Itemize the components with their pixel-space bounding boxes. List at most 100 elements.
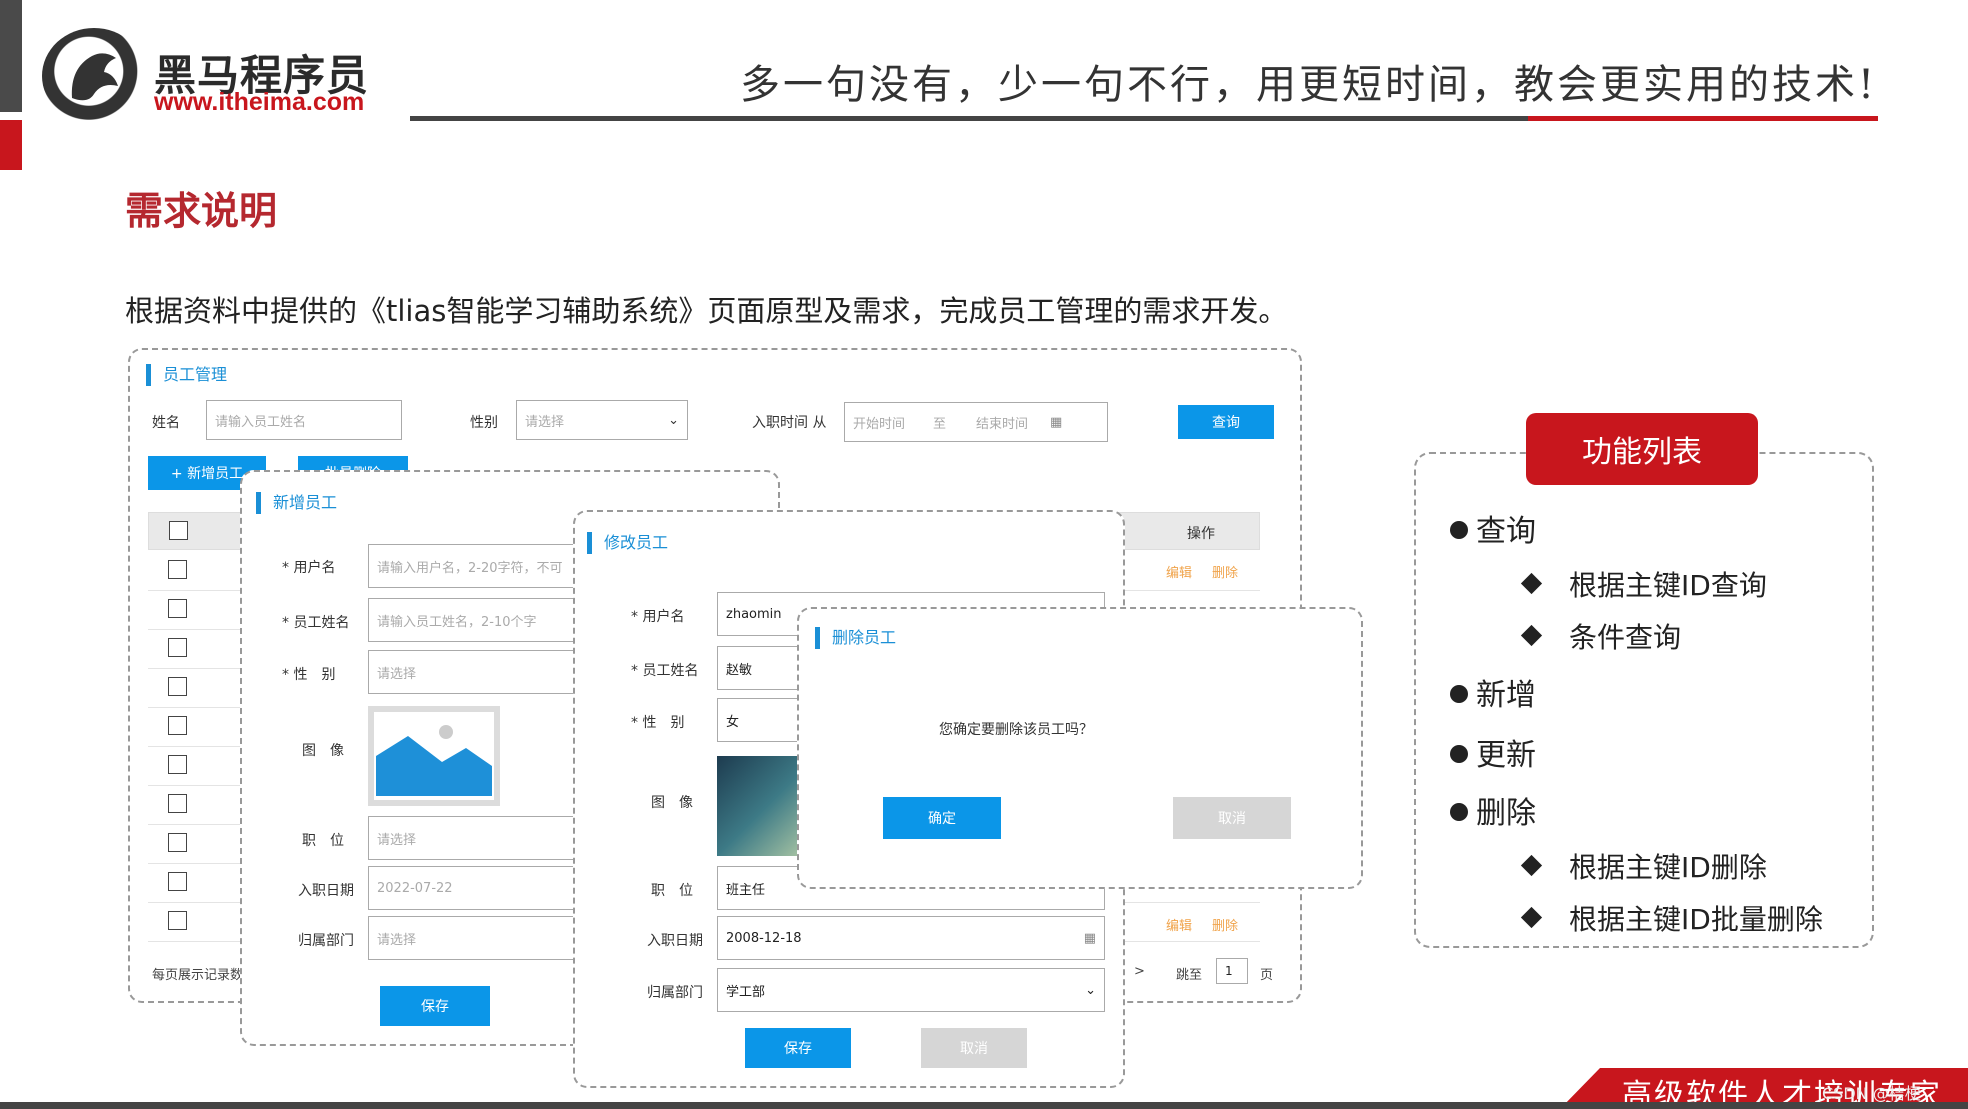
row-checkbox[interactable]: [168, 638, 187, 657]
feature-item: 删除: [1450, 788, 1536, 832]
save-button[interactable]: 保存: [745, 1028, 851, 1068]
gender-label: * 性 别: [282, 667, 336, 683]
bottom-strip: [0, 1102, 1968, 1109]
feature-label: 删除: [1476, 796, 1536, 831]
left-accent-bar-dark: [0, 0, 22, 112]
calendar-icon: ▦: [1083, 930, 1096, 946]
calendar-icon: ▦: [1050, 414, 1063, 430]
image-label: 图 像: [651, 795, 693, 811]
next-page-button[interactable]: >: [1134, 964, 1145, 979]
cancel-button[interactable]: 取消: [921, 1028, 1027, 1068]
job-label: 职 位: [651, 883, 693, 899]
page-unit-label: 页: [1260, 968, 1274, 983]
dialog-title: 修改员工: [587, 532, 668, 554]
operation-column-header: 操作: [1187, 526, 1215, 542]
realname-label: * 员工姓名: [631, 663, 699, 679]
cancel-button[interactable]: 取消: [1173, 797, 1291, 839]
delete-employee-dialog: 删除员工 您确定要删除该员工吗？ 确定 取消: [797, 607, 1363, 889]
row-checkbox[interactable]: [168, 560, 187, 579]
intro-text: 根据资料中提供的《tlias智能学习辅助系统》页面原型及需求，完成员工管理的需求…: [125, 294, 1288, 328]
realname-label: * 员工姓名: [282, 615, 350, 631]
watermark: CSDN @桔梗: [1822, 1084, 1921, 1103]
select-all-checkbox[interactable]: [169, 521, 188, 540]
feature-sublabel: 根据主键ID批量删除: [1569, 903, 1823, 936]
entry-date-range[interactable]: 开始时间 至 结束时间 ▦: [844, 402, 1108, 442]
row-checkbox[interactable]: [168, 755, 187, 774]
bullet-dot-icon: [1450, 803, 1468, 821]
feature-item: 新增: [1450, 670, 1536, 714]
edit-link[interactable]: 编辑: [1166, 915, 1192, 934]
feature-sublabel: 根据主键ID查询: [1569, 569, 1767, 602]
dialog-title: 删除员工: [815, 627, 896, 649]
gender-select-value: 请选择: [525, 414, 565, 430]
entry-date-value: 2008-12-18: [726, 930, 802, 946]
section-title: 需求说明: [125, 189, 278, 233]
slogan: 多一句没有，少一句不行，用更短时间，教会更实用的技术!: [740, 62, 1878, 108]
page-size-label: 每页展示记录数: [152, 968, 244, 983]
delete-link[interactable]: 删除: [1212, 915, 1238, 934]
row-checkbox[interactable]: [168, 599, 187, 618]
dept-label: 归属部门: [647, 985, 703, 1001]
left-accent-bar-red: [0, 120, 22, 170]
image-placeholder-icon: [376, 725, 492, 796]
feature-subitem: 根据主键ID批量删除: [1520, 898, 1823, 938]
range-separator: 至: [933, 416, 947, 432]
name-label: 姓名: [152, 415, 180, 431]
header-divider-accent: [1528, 116, 1878, 121]
chevron-down-icon: ⌄: [668, 412, 679, 428]
name-search-input[interactable]: 请输入员工姓名: [206, 400, 402, 440]
brand-logo: 黑马程序员 www.itheima.com: [42, 28, 382, 128]
entry-date-input[interactable]: 2008-12-18 ▦: [717, 916, 1105, 960]
row-checkbox[interactable]: [168, 794, 187, 813]
feature-item: 查询: [1450, 506, 1536, 550]
feature-label: 新增: [1476, 678, 1536, 713]
gender-label: 性别: [470, 415, 498, 431]
feature-sublabel: 条件查询: [1569, 621, 1682, 654]
diamond-bullet-icon: [1520, 854, 1543, 877]
dept-label: 归属部门: [298, 933, 354, 949]
delete-confirm-message: 您确定要删除该员工吗？: [939, 722, 1093, 738]
gender-select[interactable]: 请选择 ⌄: [516, 400, 688, 440]
feature-subitem: 根据主键ID查询: [1520, 564, 1767, 604]
entry-date-label: 入职时间 从: [752, 415, 827, 431]
row-checkbox[interactable]: [168, 677, 187, 696]
username-label: * 用户名: [631, 609, 685, 625]
start-date-placeholder: 开始时间: [853, 416, 906, 432]
dept-select[interactable]: 学工部 ⌄: [717, 968, 1105, 1012]
row-checkbox[interactable]: [168, 872, 187, 891]
feature-item: 更新: [1450, 730, 1536, 774]
row-checkbox[interactable]: [168, 833, 187, 852]
confirm-button[interactable]: 确定: [883, 797, 1001, 839]
dept-select-value: 学工部: [726, 984, 766, 1000]
diamond-bullet-icon: [1520, 906, 1543, 929]
feature-sublabel: 根据主键ID删除: [1569, 851, 1767, 884]
diamond-bullet-icon: [1520, 572, 1543, 595]
username-label: * 用户名: [282, 560, 336, 576]
feature-label: 更新: [1476, 738, 1536, 773]
row-checkbox[interactable]: [168, 716, 187, 735]
bullet-dot-icon: [1450, 521, 1468, 539]
jump-label: 跳至: [1176, 968, 1203, 983]
edit-link[interactable]: 编辑: [1166, 562, 1192, 581]
bullet-dot-icon: [1450, 745, 1468, 763]
jump-page-input[interactable]: 1: [1216, 958, 1248, 984]
panel-title: 员工管理: [146, 364, 227, 386]
image-upload[interactable]: [368, 706, 500, 806]
entry-date-label: 入职日期: [298, 883, 354, 899]
chevron-down-icon: ⌄: [1085, 982, 1096, 998]
feature-label: 查询: [1476, 514, 1536, 549]
entry-date-label: 入职日期: [647, 933, 703, 949]
brand-url: www.itheima.com: [154, 88, 365, 116]
image-label: 图 像: [302, 743, 344, 759]
feature-subitem: 根据主键ID删除: [1520, 846, 1767, 886]
end-date-placeholder: 结束时间: [976, 416, 1029, 432]
row-checkbox[interactable]: [168, 911, 187, 930]
save-button[interactable]: 保存: [380, 986, 490, 1026]
diamond-bullet-icon: [1520, 624, 1543, 647]
query-button[interactable]: 查询: [1178, 405, 1274, 439]
delete-link[interactable]: 删除: [1212, 562, 1238, 581]
bullet-dot-icon: [1450, 685, 1468, 703]
feature-subitem: 条件查询: [1520, 616, 1682, 656]
feature-list-badge: 功能列表: [1526, 413, 1758, 485]
horse-logo-icon: [42, 28, 146, 124]
